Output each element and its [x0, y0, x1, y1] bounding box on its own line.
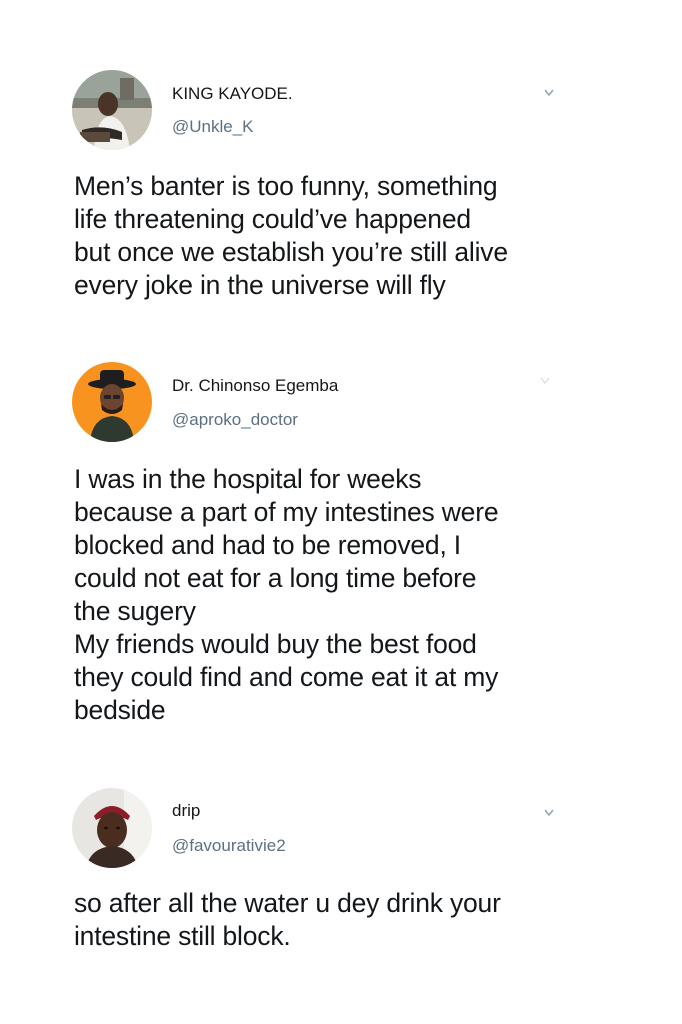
tweet-text: so after all the water u dey drink your …: [74, 888, 501, 951]
avatar[interactable]: [72, 70, 152, 150]
display-name[interactable]: drip: [172, 801, 200, 821]
user-handle[interactable]: @favourativie2: [172, 836, 286, 856]
chevron-down-icon[interactable]: [542, 86, 556, 100]
tweet-2[interactable]: Dr. Chinonso Egemba @aproko_doctor I was…: [0, 330, 682, 770]
avatar-photo-image: [72, 788, 152, 868]
user-handle[interactable]: @aproko_doctor: [172, 410, 298, 430]
tweet-3[interactable]: drip @favourativie2 so after all the wat…: [0, 770, 682, 1024]
user-handle[interactable]: @Unkle_K: [172, 117, 254, 137]
avatar[interactable]: [72, 362, 152, 442]
tweet-text: I was in the hospital for weeks because …: [74, 464, 499, 725]
tweet-1[interactable]: KING KAYODE. @Unkle_K Men’s banter is to…: [0, 0, 682, 330]
avatar[interactable]: [72, 788, 152, 868]
chevron-down-icon[interactable]: [542, 806, 556, 820]
tweet-text: Men’s banter is too funny, something lif…: [74, 171, 508, 300]
display-name[interactable]: KING KAYODE.: [172, 84, 293, 104]
avatar-photo-image: [72, 362, 152, 442]
display-name[interactable]: Dr. Chinonso Egemba: [172, 376, 338, 396]
chevron-down-icon[interactable]: [538, 374, 552, 388]
avatar-photo-image: [72, 70, 152, 150]
